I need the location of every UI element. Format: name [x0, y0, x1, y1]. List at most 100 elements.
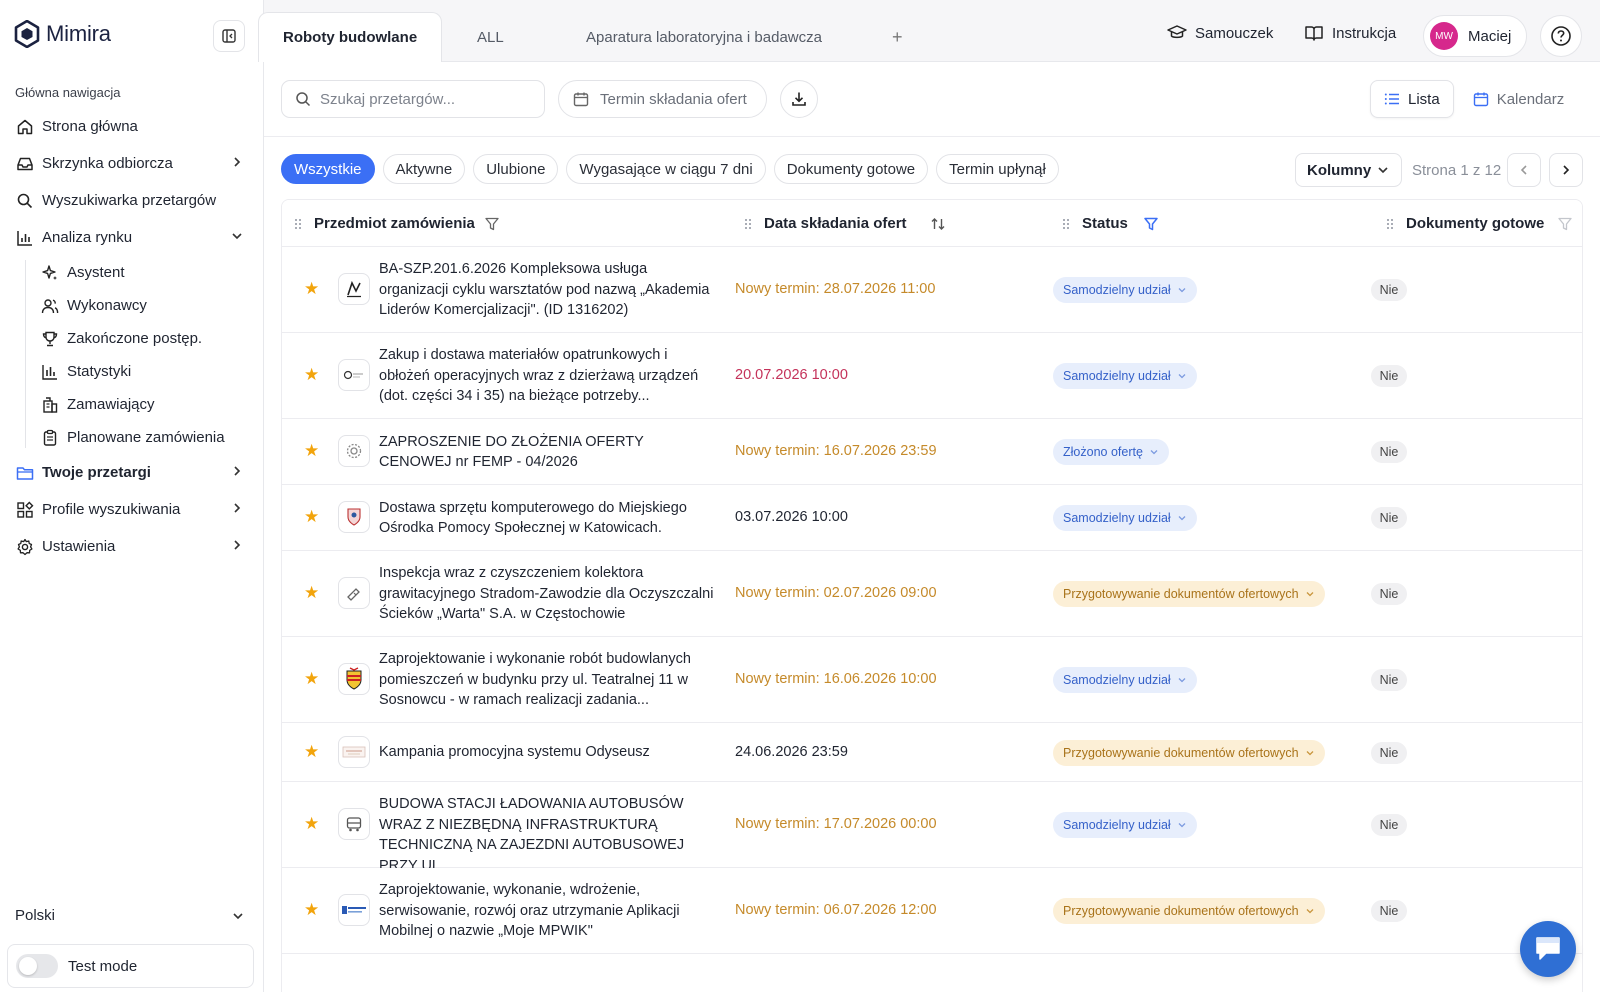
chip-all[interactable]: Wszystkie — [281, 154, 375, 184]
user-menu[interactable]: MW Maciej — [1423, 15, 1527, 57]
sidebar-item-contractors[interactable]: Wykonawcy — [0, 289, 264, 322]
columns-label: Kolumny — [1307, 161, 1372, 179]
status-badge[interactable]: Samodzielny udział — [1053, 812, 1197, 838]
sidebar-item-contracting-authorities[interactable]: Zamawiający — [0, 388, 264, 421]
favorite-star-icon[interactable]: ★ — [304, 814, 319, 834]
sidebar-item-finished-proceedings[interactable]: Zakończone postęp. — [0, 322, 264, 355]
sidebar-item-home[interactable]: Strona główna — [0, 108, 264, 145]
column-header-date[interactable]: Data składania ofert — [744, 200, 946, 247]
tab-aparatura[interactable]: Aparatura laboratoryjna i badawcza — [586, 12, 822, 62]
avatar: MW — [1430, 22, 1458, 50]
sidebar-item-statistics[interactable]: Statystyki — [0, 355, 264, 388]
drag-handle-icon[interactable] — [1062, 217, 1069, 230]
chip-deadline-passed[interactable]: Termin upłynął — [936, 154, 1059, 184]
sidebar-item-search-profiles[interactable]: Profile wyszukiwania — [0, 491, 264, 528]
favorite-star-icon[interactable]: ★ — [304, 669, 319, 689]
chat-button[interactable] — [1520, 921, 1576, 977]
book-icon — [1304, 24, 1324, 42]
favorite-star-icon[interactable]: ★ — [304, 365, 319, 385]
chip-expiring[interactable]: Wygasające w ciągu 7 dni — [566, 154, 766, 184]
sidebar-item-settings[interactable]: Ustawienia — [0, 528, 264, 565]
home-icon — [15, 117, 35, 137]
view-calendar-button[interactable]: Kalendarz — [1460, 80, 1578, 118]
status-badge[interactable]: Złożono ofertę — [1053, 439, 1169, 465]
deadline-filter-button[interactable]: Termin składania ofert — [558, 80, 767, 118]
next-page-button[interactable] — [1549, 153, 1583, 187]
favorite-star-icon[interactable]: ★ — [304, 441, 319, 461]
test-mode-toggle[interactable] — [16, 954, 58, 978]
help-button[interactable] — [1540, 15, 1582, 57]
status-badge[interactable]: Samodzielny udział — [1053, 277, 1197, 303]
filter-icon[interactable] — [1557, 216, 1573, 232]
tender-subject[interactable]: BUDOWA STACJI ŁADOWANIA AUTOBUSÓW WRAZ Z… — [379, 794, 719, 876]
table-row[interactable]: ★ Zakup i dostawa materiałów opatrunkowyc… — [282, 333, 1582, 419]
tender-subject[interactable]: Kampania promocyjna systemu Odyseusz — [379, 742, 719, 763]
tutorial-button[interactable]: Samouczek — [1167, 24, 1273, 42]
sidebar-item-planned-orders[interactable]: Planowane zamówienia — [0, 421, 264, 454]
sidebar-item-label: Ustawienia — [42, 538, 116, 555]
chip-documents-ready[interactable]: Dokumenty gotowe — [773, 154, 929, 184]
tab-roboty-budowlane[interactable]: Roboty budowlane — [258, 12, 443, 62]
graduation-cap-icon — [1167, 24, 1187, 42]
status-badge[interactable]: Samodzielny udział — [1053, 667, 1197, 693]
table-row[interactable]: ★ Zaprojektowanie, wykonanie, wdrożenie, … — [282, 868, 1582, 954]
add-tab-button[interactable]: + — [892, 12, 903, 62]
favorite-star-icon[interactable]: ★ — [304, 279, 319, 299]
tender-subject[interactable]: Zaprojektowanie i wykonanie robót budowl… — [379, 649, 719, 711]
chip-active[interactable]: Aktywne — [382, 154, 466, 184]
chip-favorites[interactable]: Ulubione — [473, 154, 559, 184]
column-header-subject[interactable]: Przedmiot zamówienia — [294, 200, 500, 247]
sidebar-item-your-tenders[interactable]: Twoje przetargi — [0, 454, 264, 491]
sidebar-item-assistant[interactable]: Asystent — [0, 256, 264, 289]
favorite-star-icon[interactable]: ★ — [304, 507, 319, 527]
sidebar-item-inbox[interactable]: Skrzynka odbiorcza — [0, 145, 264, 182]
offer-deadline: Nowy termin: 17.07.2026 00:00 — [735, 816, 937, 832]
tender-subject[interactable]: Dostawa sprzętu komputerowego do Miejski… — [379, 498, 719, 539]
tender-subject[interactable]: Inspekcja wraz z czyszczeniem kolektora … — [379, 563, 719, 625]
prev-page-button[interactable] — [1507, 153, 1541, 187]
table-row[interactable]: ★ BUDOWA STACJI ŁADOWANIA AUTOBUSÓW WRAZ … — [282, 782, 1582, 874]
columns-dropdown[interactable]: Kolumny — [1295, 153, 1402, 187]
language-select[interactable]: Polski — [15, 907, 245, 924]
tender-subject[interactable]: Zaprojektowanie, wykonanie, wdrożenie, s… — [379, 880, 719, 942]
tender-subject[interactable]: BA-SZP.201.6.2026 Kompleksowa usługa org… — [379, 259, 719, 321]
table-body: ★ BA-SZP.201.6.2026 Kompleksowa usługa or… — [282, 247, 1582, 954]
download-button[interactable] — [780, 80, 818, 118]
table-row[interactable]: ★ Kampania promocyjna systemu Odyseusz 24.… — [282, 723, 1582, 782]
favorite-star-icon[interactable]: ★ — [304, 583, 319, 603]
status-badge[interactable]: Przygotowywanie dokumentów ofertowych — [1053, 739, 1325, 766]
tender-subject[interactable]: ZAPROSZENIE DO ZŁOŻENIA OFERTY CENOWEJ n… — [379, 432, 719, 473]
status-badge[interactable]: Przygotowywanie dokumentów ofertowych — [1053, 581, 1325, 607]
manual-button[interactable]: Instrukcja — [1304, 24, 1396, 42]
deadline-filter-label: Termin składania ofert — [600, 90, 747, 108]
status-badge[interactable]: Przygotowywanie dokumentów ofertowych — [1053, 898, 1325, 924]
tab-all[interactable]: ALL — [477, 12, 504, 62]
tender-subject[interactable]: Zakup i dostawa materiałów opatrunkowych… — [379, 345, 719, 407]
column-header-documents[interactable]: Dokumenty gotowe — [1386, 200, 1573, 247]
sidebar-item-tender-search[interactable]: Wyszukiwarka przetargów — [0, 182, 264, 219]
status-badge[interactable]: Samodzielny udział — [1053, 363, 1197, 389]
favorite-star-icon[interactable]: ★ — [304, 900, 319, 920]
table-row[interactable]: ★ Dostawa sprzętu komputerowego do Miejsk… — [282, 485, 1582, 551]
table-row[interactable]: ★ ZAPROSZENIE DO ZŁOŻENIA OFERTY CENOWEJ … — [282, 419, 1582, 485]
status-label: Przygotowywanie dokumentów ofertowych — [1063, 904, 1299, 918]
favorite-star-icon[interactable]: ★ — [304, 742, 319, 762]
drag-handle-icon[interactable] — [294, 217, 301, 230]
drag-handle-icon[interactable] — [1386, 217, 1393, 230]
table-row[interactable]: ★ Inspekcja wraz z czyszczeniem kolektora… — [282, 551, 1582, 637]
search-input[interactable] — [320, 90, 520, 108]
status-badge[interactable]: Samodzielny udział — [1053, 505, 1197, 531]
sidebar-item-market-analysis[interactable]: Analiza rynku — [0, 219, 264, 256]
filter-icon[interactable] — [484, 216, 500, 232]
sort-icon[interactable] — [930, 216, 946, 232]
filter-icon[interactable] — [1143, 216, 1159, 232]
view-list-button[interactable]: Lista — [1370, 80, 1454, 118]
table-row[interactable]: ★ BA-SZP.201.6.2026 Kompleksowa usługa or… — [282, 247, 1582, 333]
chevron-down-icon — [1177, 513, 1187, 523]
collapse-sidebar-button[interactable] — [213, 20, 245, 52]
app-logo[interactable]: Mimira — [14, 20, 111, 48]
drag-handle-icon[interactable] — [744, 217, 751, 230]
documents-ready-badge: Nie — [1371, 583, 1407, 605]
column-header-status[interactable]: Status — [1062, 200, 1159, 247]
table-row[interactable]: ★ Zaprojektowanie i wykonanie robót budow… — [282, 637, 1582, 723]
